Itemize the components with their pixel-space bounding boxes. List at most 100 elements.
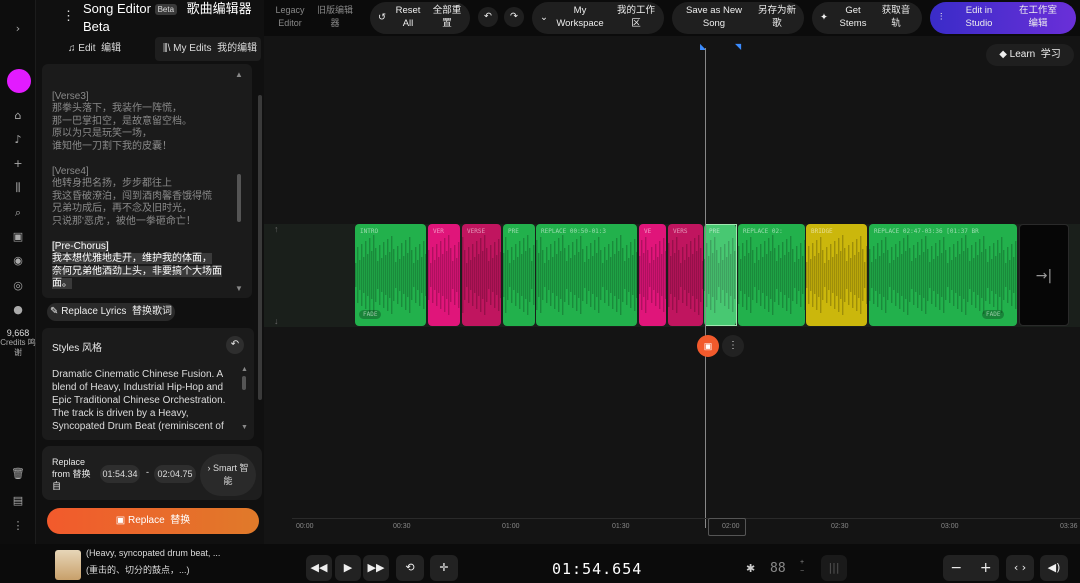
bpm-stepper-icon[interactable]: + − (800, 558, 804, 576)
waveform (639, 237, 666, 313)
zoom-controls[interactable]: − + (943, 555, 999, 581)
loop-icon[interactable]: ⟲ (396, 555, 424, 581)
range-end-marker-icon[interactable]: ◥ (735, 42, 741, 51)
bell-icon[interactable]: ● (10, 302, 26, 318)
replace-marker-icon[interactable]: ▣ (697, 335, 719, 357)
stems-en-1: Get (845, 5, 861, 16)
options-icon[interactable]: ⋮ (722, 335, 744, 357)
selected-region[interactable] (705, 224, 737, 326)
clip-label: VER (433, 228, 444, 235)
zoom-in-icon[interactable]: + (980, 560, 992, 576)
replace-lyrics-button[interactable]: ✎ Replace Lyrics 替换歌词 (47, 303, 175, 321)
clip-10[interactable]: BRIDGE (806, 224, 867, 326)
replace-button[interactable]: ▣ Replace 替换 (47, 508, 259, 534)
edit-in-studio-button[interactable]: ⫶ Edit in Studio 在工作室 编辑 (930, 2, 1076, 34)
learn-label: Learn (1009, 49, 1036, 60)
clip-3[interactable]: VERSE (462, 224, 501, 326)
clip-label: INTRO (360, 228, 379, 235)
rewind-icon[interactable]: ◀◀ (306, 555, 332, 581)
lyrics-editor[interactable]: [Verse3] 那拳头落下，我装作一阵慌， 那一巴掌扣空，是故意留空档。 原以… (42, 64, 252, 298)
undo-style-icon[interactable]: ↶ (226, 336, 244, 354)
home-icon[interactable]: ⌂ (10, 108, 26, 124)
music-icon[interactable]: ♪ (10, 132, 26, 148)
clip-6[interactable]: VE (639, 224, 666, 326)
waveform (536, 235, 637, 315)
play-icon[interactable]: ▶ (335, 555, 361, 581)
styles-box[interactable]: Styles 风格 ↶ Dramatic Cinematic Chinese F… (42, 328, 254, 440)
lyric-line: 只说那'恶虎'，被他一拳砸命亡！ (52, 215, 196, 227)
save-as-new-button[interactable]: Save as New Song 另存为新歌 (672, 2, 804, 34)
scroll-down-icon[interactable]: ▼ (235, 284, 243, 293)
expand-icon[interactable]: › (10, 21, 26, 37)
clip-11[interactable]: REPLACE 02:47-03:36 [01:37 BR FADE (869, 224, 1017, 326)
clip-4[interactable]: PRE (503, 224, 535, 326)
smart-button[interactable]: › Smart 智能 (200, 454, 256, 496)
waveform (428, 235, 460, 315)
fast-forward-icon[interactable]: ▶▶ (363, 555, 389, 581)
fade-badge[interactable]: FADE (359, 310, 382, 319)
clip-9[interactable]: REPLACE 02: (738, 224, 805, 326)
settings-icon[interactable]: ✱ (746, 562, 755, 575)
clip-7[interactable]: VERS (668, 224, 703, 326)
tab-my-edits[interactable]: ⫼\ My Edits 我的编辑 (155, 37, 261, 61)
reset-all-button[interactable]: ↺ Reset All 全部重置 (370, 2, 470, 34)
legacy-editor-link[interactable]: Legacy Editor (270, 4, 310, 30)
styles-scrollbar[interactable] (242, 376, 246, 390)
song-line-1: (Heavy, syncopated drum beat, ... (86, 548, 221, 558)
studio-icon: ⫶ (940, 12, 943, 23)
fade-badge[interactable]: FADE (982, 310, 1005, 319)
credits-value: 9,668 (6, 328, 30, 338)
metronome-icon[interactable]: ||| (821, 555, 847, 581)
styles-label-en: Styles (52, 343, 80, 354)
menu-icon[interactable]: ⋮ (62, 8, 75, 24)
ruler-tick: 00:00 (296, 523, 314, 530)
learn-button[interactable]: ◆ Learn 学习 (986, 44, 1074, 66)
library-icon[interactable]: ⫼ (10, 180, 26, 196)
album-art[interactable] (55, 550, 81, 580)
bag-icon[interactable]: ▣ (10, 229, 26, 245)
compass-icon[interactable]: ◉ (10, 253, 26, 269)
scroll-up-arrow-icon[interactable]: ↑ (274, 224, 279, 234)
undo-icon[interactable]: ↶ (478, 7, 498, 27)
radio-icon[interactable]: ◎ (10, 278, 26, 294)
lyric-line: 谁知他一刀割下我的皮囊！ (52, 140, 172, 152)
zoom-out-icon[interactable]: − (950, 560, 962, 576)
styles-scroll-up-icon[interactable]: ▲ (241, 366, 248, 373)
clip-label: PRE (508, 228, 519, 235)
clip-5[interactable]: REPLACE 00:50-01:3 (536, 224, 637, 326)
playhead-line[interactable] (705, 48, 706, 528)
tab-edit[interactable]: ♫ Edit 编辑 (60, 37, 150, 61)
waveform (668, 235, 703, 315)
avatar[interactable] (7, 69, 31, 93)
top-toolbar: Legacy Editor 旧版编辑器 ↺ Reset All 全部重置 ↶ ↷ ⌄ My… (264, 0, 1080, 36)
plus-icon[interactable]: + (10, 156, 26, 172)
title-text: Song Editor (83, 1, 151, 16)
legacy-editor-zh[interactable]: 旧版编辑器 (314, 4, 356, 30)
ruler-tick: 01:30 (612, 523, 630, 530)
extend-end-icon[interactable]: →| (1019, 224, 1069, 326)
redo-icon[interactable]: ↷ (504, 7, 524, 27)
trash-icon[interactable]: 🗑 (10, 466, 26, 482)
end-time-field[interactable]: 02:04.75 (154, 465, 196, 483)
get-stems-button[interactable]: ✦ Get Stems 获取音轨 (812, 2, 922, 34)
volume-icon[interactable]: ◀) (1040, 555, 1068, 581)
snap-icon[interactable]: ✛ (430, 555, 458, 581)
time-display: 01:54.654 (552, 560, 643, 578)
fit-width-icon[interactable]: ‹ › (1006, 555, 1034, 581)
scroll-down-arrow-icon[interactable]: ↓ (274, 316, 279, 326)
my-workspace-button[interactable]: ⌄ My Workspace 我的工作区 (532, 2, 664, 34)
scroll-up-icon[interactable]: ▲ (235, 70, 243, 79)
styles-text: Dramatic Cinematic Chinese Fusion. A ble… (52, 369, 226, 432)
reset-zh: 全部重置 (428, 4, 466, 30)
clip-2[interactable]: VER (428, 224, 460, 326)
search-icon[interactable]: ⌕ (10, 205, 26, 221)
lyrics-scrollbar[interactable] (237, 174, 241, 222)
smart-zh2: 能 (223, 476, 233, 486)
more-icon[interactable]: ⋮ (10, 518, 26, 534)
styles-scroll-down-icon[interactable]: ▼ (241, 424, 248, 431)
document-icon[interactable]: ▤ (10, 493, 26, 509)
start-time-field[interactable]: 01:54.34 (100, 465, 140, 483)
ruler-tick: 00:30 (393, 523, 411, 530)
panel-scrollbar[interactable] (258, 95, 262, 400)
clip-1[interactable]: INTRO FADE (355, 224, 426, 326)
